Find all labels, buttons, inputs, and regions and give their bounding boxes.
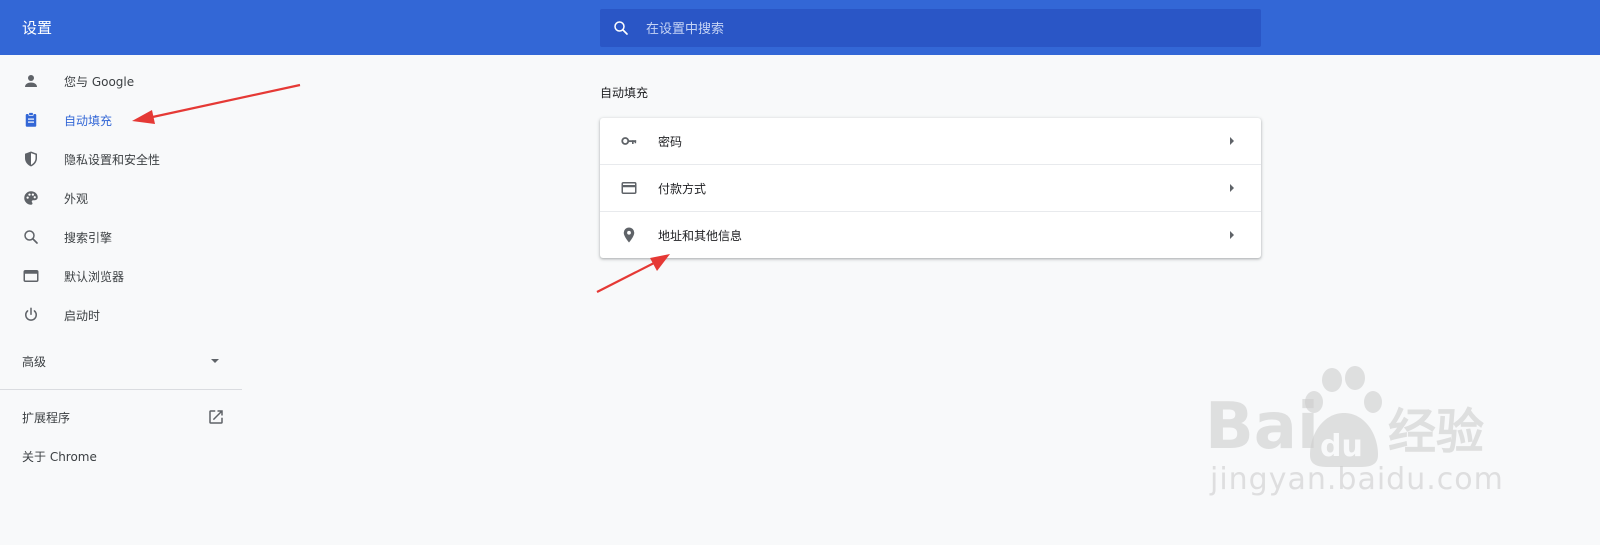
autofill-card: 密码 付款方式 地址和其他信息: [600, 118, 1261, 258]
location-pin-icon: [623, 227, 635, 243]
row-passwords[interactable]: 密码: [600, 118, 1261, 164]
row-label: 密码: [658, 135, 683, 149]
annotation-arrow-addresses: [596, 254, 670, 293]
extensions-label: 扩展程序: [22, 410, 71, 425]
sidebar-item-you-and-google[interactable]: 您与 Google: [0, 62, 242, 100]
palette-icon: [24, 191, 38, 205]
search-icon: [24, 230, 38, 244]
sidebar-divider: [0, 389, 242, 390]
sidebar-item-label: 隐私设置和安全性: [64, 152, 161, 167]
row-label: 地址和其他信息: [658, 229, 743, 243]
search-box[interactable]: [600, 9, 1261, 49]
sidebar-item-label: 您与 Google: [64, 74, 135, 89]
advanced-toggle[interactable]: 高级: [22, 346, 232, 376]
power-icon: [25, 307, 37, 321]
key-icon: [621, 137, 637, 145]
sidebar-item-about-chrome[interactable]: 关于 Chrome: [22, 441, 232, 471]
sidebar-item-label: 外观: [64, 191, 89, 206]
sidebar-item-label: 搜索引擎: [64, 230, 113, 245]
sidebar-item-label: 启动时: [64, 308, 101, 323]
search-input[interactable]: [644, 9, 1248, 49]
header-bar: 设置: [0, 0, 1600, 55]
sidebar-item-label: 默认浏览器: [64, 269, 125, 284]
sidebar-item-autofill[interactable]: 自动填充: [0, 101, 242, 139]
sidebar-item-label: 自动填充: [64, 113, 113, 128]
person-icon: [25, 75, 37, 87]
clipboard-icon: [25, 112, 37, 127]
page-title: 设置: [22, 19, 53, 37]
svg-text:du: du: [1320, 429, 1363, 464]
chevron-right-icon: [1230, 184, 1234, 192]
sidebar-item-appearance[interactable]: 外观: [0, 179, 242, 217]
row-addresses[interactable]: 地址和其他信息: [600, 212, 1261, 258]
sidebar-item-on-startup[interactable]: 启动时: [0, 296, 242, 334]
sidebar-item-default-browser[interactable]: 默认浏览器: [0, 257, 242, 295]
search-icon: [614, 21, 628, 35]
credit-card-icon: [621, 182, 637, 194]
svg-text:经验: 经验: [1388, 404, 1484, 460]
advanced-label: 高级: [22, 354, 47, 369]
sidebar-item-privacy-security[interactable]: 隐私设置和安全性: [0, 140, 242, 178]
svg-text:Bai: Bai: [1205, 390, 1319, 464]
sidebar: 您与 Google 自动填充 隐私设置和安全性 外观 搜索引擎 默认浏览器 启动…: [0, 55, 242, 545]
row-label: 付款方式: [658, 182, 707, 196]
shield-icon: [25, 151, 37, 167]
external-link-icon: [209, 410, 223, 424]
browser-icon: [23, 270, 39, 282]
chevron-right-icon: [1230, 137, 1234, 145]
chevron-down-icon: [211, 359, 219, 363]
sidebar-item-search-engine[interactable]: 搜索引擎: [0, 218, 242, 256]
row-payment-methods[interactable]: 付款方式: [600, 165, 1261, 211]
chevron-right-icon: [1230, 231, 1234, 239]
about-label: 关于 Chrome: [22, 449, 97, 464]
sidebar-item-extensions[interactable]: 扩展程序: [22, 402, 232, 432]
section-title: 自动填充: [600, 86, 649, 100]
watermark-url: jingyan.baidu.com: [1210, 462, 1504, 497]
